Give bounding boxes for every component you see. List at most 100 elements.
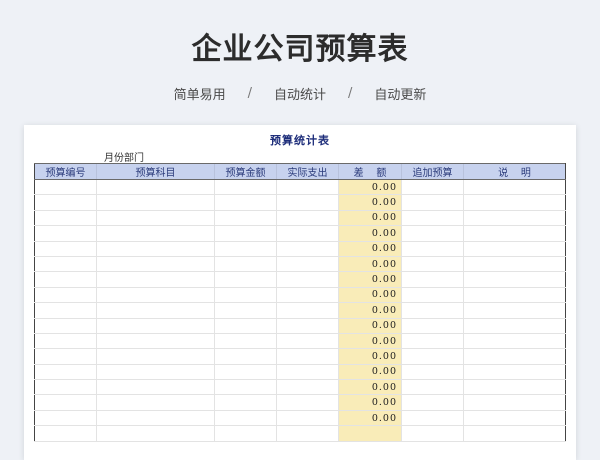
table-cell[interactable] (96, 179, 215, 196)
table-cell[interactable] (34, 210, 97, 227)
table-cell[interactable] (463, 302, 566, 319)
table-cell[interactable] (276, 425, 339, 442)
table-cell[interactable] (34, 256, 97, 273)
difference-cell[interactable]: 0.00 (338, 194, 402, 211)
table-cell[interactable] (401, 271, 464, 288)
table-cell[interactable] (96, 394, 215, 411)
table-cell[interactable] (276, 410, 339, 427)
table-cell[interactable] (463, 194, 566, 211)
table-cell[interactable] (96, 348, 215, 365)
table-cell[interactable] (34, 287, 97, 304)
table-cell[interactable] (276, 348, 339, 365)
table-cell[interactable] (34, 348, 97, 365)
table-cell[interactable] (463, 348, 566, 365)
table-cell[interactable] (34, 364, 97, 381)
table-cell[interactable] (276, 225, 339, 242)
table-cell[interactable] (463, 410, 566, 427)
table-cell[interactable] (34, 425, 97, 442)
table-cell[interactable] (463, 379, 566, 396)
table-cell[interactable] (214, 379, 277, 396)
table-cell[interactable] (214, 425, 277, 442)
table-cell[interactable] (214, 271, 277, 288)
table-cell[interactable] (214, 410, 277, 427)
table-cell[interactable] (214, 210, 277, 227)
table-cell[interactable] (401, 256, 464, 273)
table-cell[interactable] (401, 210, 464, 227)
table-cell[interactable] (34, 318, 97, 334)
difference-cell[interactable]: 0.00 (338, 225, 402, 242)
table-cell[interactable] (401, 348, 464, 365)
difference-cell[interactable]: 0.00 (338, 287, 402, 304)
table-cell[interactable] (401, 410, 464, 427)
table-cell[interactable] (276, 364, 339, 381)
difference-cell[interactable]: 0.00 (338, 241, 402, 257)
table-cell[interactable] (276, 333, 339, 350)
table-cell[interactable] (463, 394, 566, 411)
table-cell[interactable] (463, 256, 566, 273)
table-cell[interactable] (96, 194, 215, 211)
table-cell[interactable] (34, 194, 97, 211)
table-cell[interactable] (214, 333, 277, 350)
table-cell[interactable] (276, 210, 339, 227)
table-cell[interactable] (96, 225, 215, 242)
difference-cell[interactable] (338, 425, 402, 442)
table-cell[interactable] (276, 394, 339, 411)
table-cell[interactable] (401, 425, 464, 442)
table-cell[interactable] (463, 241, 566, 257)
difference-cell[interactable]: 0.00 (338, 410, 402, 427)
table-cell[interactable] (401, 379, 464, 396)
table-cell[interactable] (96, 241, 215, 257)
table-cell[interactable] (214, 287, 277, 304)
table-cell[interactable] (214, 179, 277, 196)
table-cell[interactable] (34, 225, 97, 242)
table-cell[interactable] (401, 179, 464, 196)
table-cell[interactable] (96, 287, 215, 304)
table-cell[interactable] (401, 287, 464, 304)
table-cell[interactable] (34, 241, 97, 257)
table-cell[interactable] (276, 302, 339, 319)
table-cell[interactable] (463, 179, 566, 196)
table-cell[interactable] (463, 287, 566, 304)
table-cell[interactable] (96, 318, 215, 334)
table-cell[interactable] (276, 194, 339, 211)
difference-cell[interactable]: 0.00 (338, 256, 402, 273)
table-cell[interactable] (463, 318, 566, 334)
table-cell[interactable] (214, 256, 277, 273)
table-cell[interactable] (463, 210, 566, 227)
difference-cell[interactable]: 0.00 (338, 318, 402, 334)
table-cell[interactable] (463, 225, 566, 242)
table-cell[interactable] (214, 364, 277, 381)
table-cell[interactable] (401, 241, 464, 257)
difference-cell[interactable]: 0.00 (338, 379, 402, 396)
table-cell[interactable] (401, 318, 464, 334)
difference-cell[interactable]: 0.00 (338, 394, 402, 411)
table-cell[interactable] (214, 394, 277, 411)
table-cell[interactable] (463, 271, 566, 288)
table-cell[interactable] (276, 256, 339, 273)
table-cell[interactable] (463, 425, 566, 442)
table-cell[interactable] (276, 379, 339, 396)
table-cell[interactable] (96, 425, 215, 442)
table-cell[interactable] (463, 364, 566, 381)
difference-cell[interactable]: 0.00 (338, 348, 402, 365)
difference-cell[interactable]: 0.00 (338, 179, 402, 196)
table-cell[interactable] (34, 302, 97, 319)
table-cell[interactable] (214, 225, 277, 242)
table-cell[interactable] (96, 256, 215, 273)
table-cell[interactable] (276, 287, 339, 304)
table-cell[interactable] (34, 410, 97, 427)
difference-cell[interactable]: 0.00 (338, 364, 402, 381)
table-cell[interactable] (276, 318, 339, 334)
table-cell[interactable] (96, 302, 215, 319)
table-cell[interactable] (96, 379, 215, 396)
table-cell[interactable] (276, 271, 339, 288)
table-cell[interactable] (276, 241, 339, 257)
difference-cell[interactable]: 0.00 (338, 210, 402, 227)
table-cell[interactable] (96, 210, 215, 227)
table-cell[interactable] (276, 179, 339, 196)
difference-cell[interactable]: 0.00 (338, 271, 402, 288)
table-cell[interactable] (401, 302, 464, 319)
table-cell[interactable] (214, 241, 277, 257)
table-cell[interactable] (401, 225, 464, 242)
table-cell[interactable] (401, 194, 464, 211)
